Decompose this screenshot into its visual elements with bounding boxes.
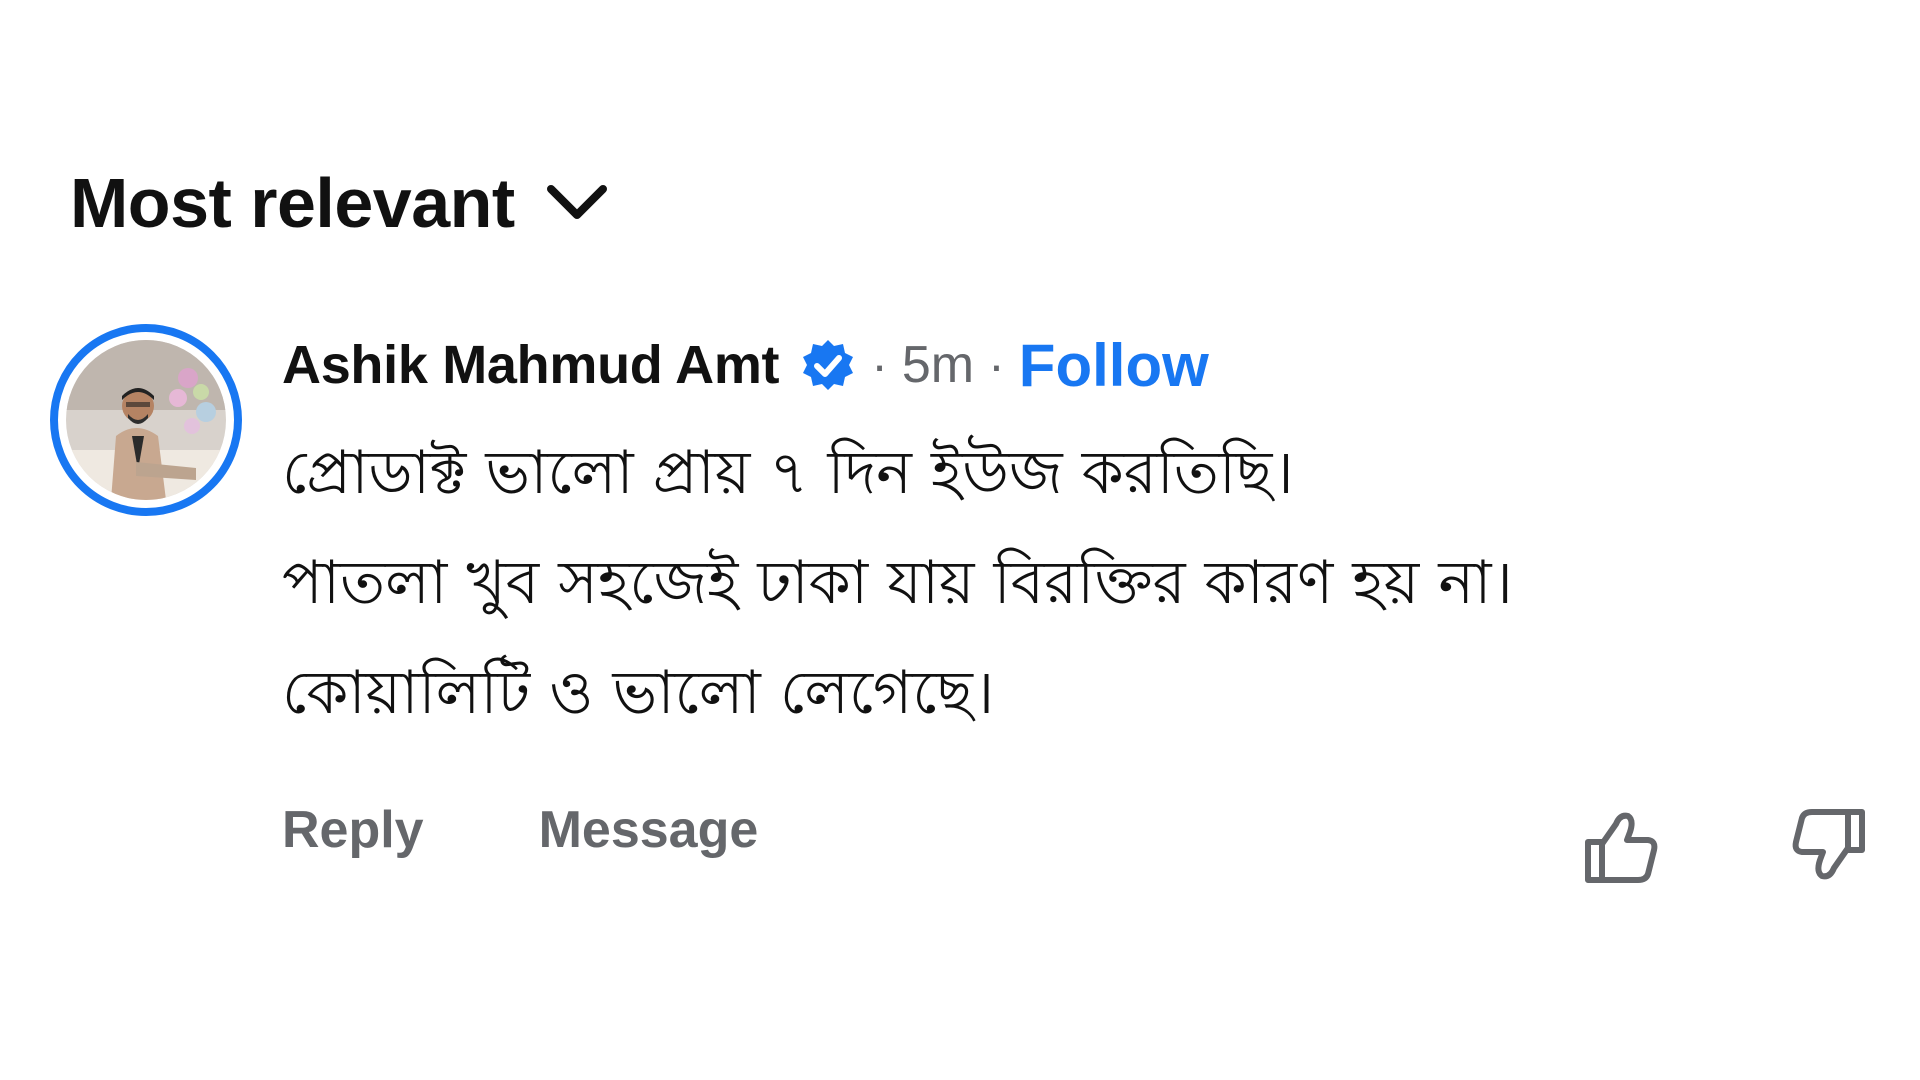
- chevron-down-icon: [546, 185, 607, 219]
- reply-button[interactable]: Reply: [282, 800, 424, 860]
- thumbs-up-icon[interactable]: [1580, 806, 1660, 886]
- comment-actions: Reply Message: [282, 800, 758, 860]
- comment-line: প্রোডাক্ট ভালো প্রায় ৭ দিন ইউজ করতিছি।: [282, 438, 1294, 508]
- comment-header: Ashik Mahmud Amt · 5m · Follow: [282, 330, 1890, 400]
- comment-body: প্রোডাক্ট ভালো প্রায় ৭ দিন ইউজ করতিছি। …: [282, 418, 1890, 748]
- sort-label: Most relevant: [70, 164, 515, 242]
- comment-line: কোয়ালিটি ও ভালো লেগেছে।: [282, 658, 995, 728]
- timestamp[interactable]: 5m: [902, 335, 974, 395]
- follow-button[interactable]: Follow: [1019, 331, 1209, 400]
- person-photo-icon: [66, 340, 226, 500]
- author-name[interactable]: Ashik Mahmud Amt: [282, 334, 780, 396]
- comment: Ashik Mahmud Amt · 5m · Follow প্রোডাক্ট…: [282, 330, 1890, 748]
- separator-dot: ·: [988, 337, 1005, 393]
- avatar[interactable]: [50, 324, 242, 516]
- sort-dropdown[interactable]: Most relevant: [70, 168, 609, 238]
- comment-line: পাতলা খুব সহজেই ঢাকা যায় বিরক্তির কারণ …: [282, 548, 1514, 618]
- separator-dot: ·: [871, 337, 888, 393]
- message-button[interactable]: Message: [539, 800, 759, 860]
- thumbs-down-icon[interactable]: [1790, 806, 1870, 886]
- avatar-photo: [66, 340, 226, 500]
- verified-badge-icon: [803, 340, 854, 390]
